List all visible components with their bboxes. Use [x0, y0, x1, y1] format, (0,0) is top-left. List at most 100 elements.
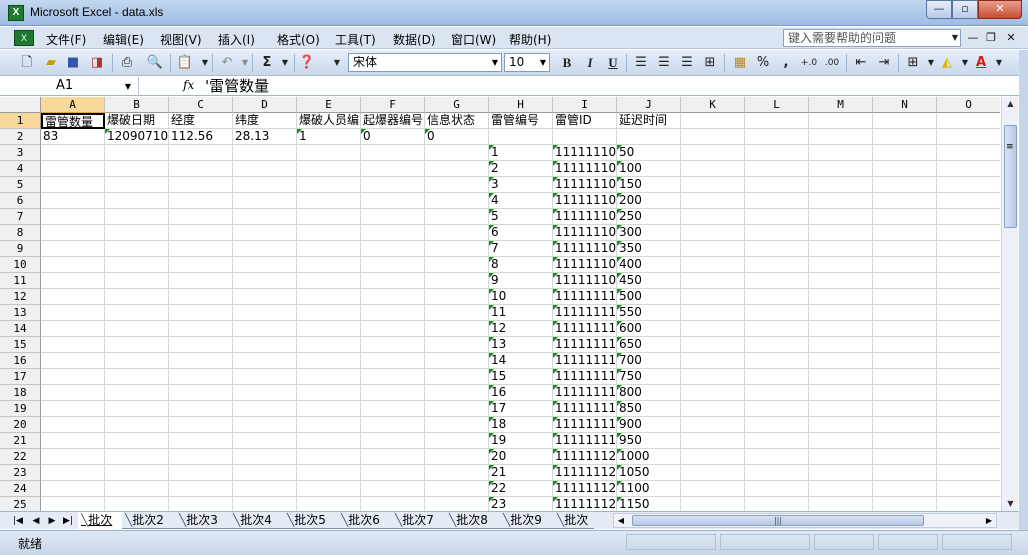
cell[interactable] — [425, 353, 489, 369]
cell[interactable] — [809, 113, 873, 129]
cell[interactable] — [105, 337, 169, 353]
row-header-9[interactable]: 9 — [0, 241, 41, 257]
cell[interactable] — [425, 193, 489, 209]
menu-insert[interactable]: 插入(I) — [218, 31, 255, 48]
sheet-tab-4[interactable]: ╲批次4 — [230, 512, 284, 529]
cell[interactable] — [681, 145, 745, 161]
column-header-c[interactable]: C — [169, 97, 233, 113]
cell[interactable] — [297, 273, 361, 289]
cell[interactable] — [41, 497, 105, 511]
cell[interactable] — [297, 177, 361, 193]
sheet-tab-9[interactable]: ╲批次9 — [500, 512, 554, 529]
cell[interactable] — [41, 145, 105, 161]
cell[interactable] — [681, 337, 745, 353]
cell[interactable] — [361, 145, 425, 161]
cell[interactable] — [745, 449, 809, 465]
cell[interactable] — [745, 305, 809, 321]
column-header-l[interactable]: L — [745, 97, 809, 113]
delay-time-cell[interactable]: 550 — [617, 305, 681, 321]
detonator-id-cell[interactable]: 11111111050 — [553, 289, 617, 305]
header-cell[interactable]: 爆破日期 — [105, 113, 169, 129]
delay-time-cell[interactable]: 350 — [617, 241, 681, 257]
menu-format[interactable]: 格式(O) — [277, 31, 320, 48]
row-header-8[interactable]: 8 — [0, 225, 41, 241]
cell[interactable] — [41, 241, 105, 257]
row-header-20[interactable]: 20 — [0, 417, 41, 433]
cell[interactable] — [169, 353, 233, 369]
cell[interactable] — [745, 353, 809, 369]
cell[interactable] — [681, 193, 745, 209]
help-icon[interactable]: ❓ — [298, 54, 316, 72]
close-button[interactable]: ✕ — [978, 0, 1022, 19]
cell[interactable] — [809, 257, 873, 273]
cell[interactable] — [41, 177, 105, 193]
cell[interactable] — [937, 321, 1000, 337]
delay-time-cell[interactable]: 150 — [617, 177, 681, 193]
cell[interactable] — [937, 305, 1000, 321]
row-header-18[interactable]: 18 — [0, 385, 41, 401]
cell[interactable] — [105, 465, 169, 481]
cell[interactable] — [425, 449, 489, 465]
increase-indent-icon[interactable]: ⇥ — [875, 54, 893, 72]
scroll-right-arrow[interactable]: ▶ — [982, 514, 996, 527]
cell[interactable] — [105, 353, 169, 369]
menu-help[interactable]: 帮助(H) — [509, 31, 551, 48]
cell[interactable] — [41, 289, 105, 305]
cell[interactable] — [745, 257, 809, 273]
cell[interactable] — [809, 481, 873, 497]
detonator-id-cell[interactable]: 11111111365 — [553, 337, 617, 353]
cell[interactable] — [361, 257, 425, 273]
cell[interactable] — [809, 177, 873, 193]
cell[interactable] — [681, 433, 745, 449]
column-header-h[interactable]: H — [489, 97, 553, 113]
cell[interactable] — [809, 225, 873, 241]
cell[interactable] — [297, 481, 361, 497]
detonator-id-cell[interactable]: 11111112311 — [553, 497, 617, 511]
delay-time-cell[interactable]: 800 — [617, 385, 681, 401]
horizontal-scrollbar[interactable]: ◀ ||| ▶ — [613, 513, 997, 528]
cell[interactable] — [105, 241, 169, 257]
cell[interactable] — [681, 369, 745, 385]
delay-time-cell[interactable]: 850 — [617, 401, 681, 417]
delay-time-cell[interactable]: 50 — [617, 145, 681, 161]
cell[interactable] — [169, 337, 233, 353]
sheet-tab-3[interactable]: ╲批次3 — [176, 512, 230, 529]
undo-icon[interactable]: ↶ — [218, 54, 236, 72]
cell[interactable] — [41, 193, 105, 209]
doc-close-button[interactable]: ✕ — [1004, 31, 1018, 45]
underline-button[interactable]: U — [604, 54, 622, 72]
sheet-tab-1[interactable]: ╲批次1 — [78, 512, 122, 543]
cell[interactable] — [873, 113, 937, 129]
row-header-13[interactable]: 13 — [0, 305, 41, 321]
detonator-number-cell[interactable]: 2 — [489, 161, 553, 177]
delay-time-cell[interactable]: 750 — [617, 369, 681, 385]
column-header-i[interactable]: I — [553, 97, 617, 113]
header-cell[interactable]: 起爆器编号 — [361, 113, 425, 129]
cell[interactable] — [873, 161, 937, 177]
cell[interactable] — [297, 369, 361, 385]
cell[interactable] — [105, 417, 169, 433]
cell[interactable] — [937, 129, 1000, 145]
cell[interactable] — [361, 177, 425, 193]
column-header-f[interactable]: F — [361, 97, 425, 113]
formula-input[interactable]: '雷管数量 — [205, 77, 269, 96]
cell[interactable] — [297, 449, 361, 465]
font-name-select[interactable]: 宋体 ▼ — [348, 53, 502, 72]
sheet-tab-2[interactable]: ╲批次2 — [122, 512, 176, 529]
cell[interactable] — [489, 129, 553, 145]
cell[interactable] — [233, 449, 297, 465]
cell[interactable] — [41, 401, 105, 417]
cell[interactable] — [681, 209, 745, 225]
name-box[interactable]: A1 — [12, 77, 139, 96]
data-cell[interactable]: 28.13 — [233, 129, 297, 145]
header-cell[interactable]: 雷管数量 — [41, 113, 105, 129]
sheet-tab-10[interactable]: ╲批次 — [554, 512, 594, 529]
cell[interactable] — [873, 369, 937, 385]
print-icon[interactable]: ⎙ — [118, 54, 136, 72]
cell[interactable] — [873, 465, 937, 481]
cell[interactable] — [105, 321, 169, 337]
cell[interactable] — [681, 161, 745, 177]
cell[interactable] — [169, 273, 233, 289]
cell[interactable] — [361, 289, 425, 305]
column-header-o[interactable]: O — [937, 97, 1000, 113]
